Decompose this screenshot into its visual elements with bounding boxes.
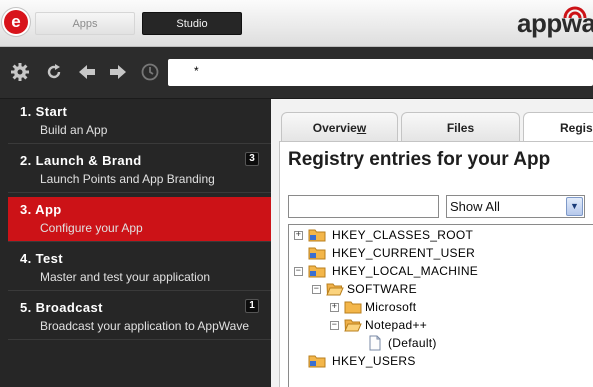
registry-folder-icon <box>308 355 326 368</box>
filter-input[interactable] <box>288 195 439 218</box>
tab-studio[interactable]: Studio <box>142 12 242 35</box>
count-badge: 3 <box>245 152 259 166</box>
tree-node-label: HKEY_CURRENT_USER <box>332 246 476 260</box>
step-subtitle: Broadcast your application to AppWave <box>40 319 250 333</box>
tree-node-label: (Default) <box>388 336 437 350</box>
step-title: 2. Launch & Brand <box>20 153 142 168</box>
document-icon <box>369 335 381 351</box>
registry-panel: Registry entries for your App Show All ▼… <box>279 141 593 387</box>
top-bar: e Apps Studio appwa <box>0 0 593 47</box>
step-title: 4. Test <box>20 251 64 266</box>
tab-files[interactable]: Files <box>401 112 520 144</box>
sidebar-step-launch-brand[interactable]: 2. Launch & Brand Launch Points and App … <box>8 148 271 193</box>
open-folder-icon <box>326 283 344 296</box>
count-badge: 1 <box>245 299 259 313</box>
folder-icon <box>344 301 362 314</box>
tab-apps[interactable]: Apps <box>35 12 135 35</box>
sidebar: 1. Start Build an App 2. Launch & Brand … <box>0 99 271 387</box>
toolbar: * <box>0 47 593 99</box>
brand-waves-icon <box>563 6 587 19</box>
tree-node-label: SOFTWARE <box>347 282 417 296</box>
tree-node-label: HKEY_LOCAL_MACHINE <box>332 264 479 278</box>
chevron-down-icon[interactable]: ▼ <box>566 197 583 216</box>
step-subtitle: Launch Points and App Branding <box>40 172 215 186</box>
registry-folder-icon <box>308 229 326 242</box>
show-filter-select[interactable]: Show All ▼ <box>446 195 585 218</box>
open-folder-icon <box>344 319 362 332</box>
expand-icon[interactable]: + <box>330 303 339 312</box>
step-title: 5. Broadcast <box>20 300 103 315</box>
tab-registry[interactable]: Regis <box>523 112 593 144</box>
collapse-icon[interactable]: − <box>330 321 339 330</box>
step-title: 3. App <box>20 202 62 217</box>
page-title: Registry entries for your App <box>288 149 551 170</box>
tree-node-label: HKEY_USERS <box>332 354 416 368</box>
sidebar-step-app[interactable]: 3. App Configure your App <box>8 197 271 242</box>
registry-folder-icon <box>308 265 326 278</box>
tree-node-label: Notepad++ <box>365 318 428 332</box>
tab-overview[interactable]: Overview <box>281 112 398 144</box>
sidebar-step-broadcast[interactable]: 5. Broadcast Broadcast your application … <box>8 295 271 340</box>
history-clock-icon[interactable] <box>140 62 160 82</box>
collapse-icon[interactable]: − <box>294 267 303 276</box>
tab-label: Overview <box>312 121 367 135</box>
refresh-icon[interactable] <box>44 62 64 82</box>
sidebar-step-start[interactable]: 1. Start Build an App <box>8 99 271 144</box>
collapse-icon[interactable]: − <box>312 285 321 294</box>
expand-icon[interactable]: + <box>294 231 303 240</box>
registry-folder-icon <box>308 247 326 260</box>
tree-node-label: Microsoft <box>365 300 417 314</box>
select-value: Show All <box>450 199 500 214</box>
back-arrow-icon[interactable] <box>77 62 97 82</box>
forward-arrow-icon[interactable] <box>108 62 128 82</box>
step-subtitle: Configure your App <box>40 221 143 235</box>
sidebar-step-test[interactable]: 4. Test Master and test your application <box>8 246 271 291</box>
tree-node-label: HKEY_CLASSES_ROOT <box>332 228 474 242</box>
main-content: Overview Files Regis Registry entries fo… <box>271 99 593 387</box>
gear-icon[interactable] <box>10 62 30 82</box>
step-title: 1. Start <box>20 104 68 119</box>
registry-tree: + HKEY_CLASSES_ROOT HKEY_CURRENT_USER − … <box>288 224 593 387</box>
app-logo[interactable]: e <box>4 10 28 34</box>
address-input[interactable]: * <box>168 59 593 86</box>
step-subtitle: Build an App <box>40 123 108 137</box>
tab-bar: Overview Files Regis <box>271 108 593 144</box>
step-subtitle: Master and test your application <box>40 270 211 284</box>
